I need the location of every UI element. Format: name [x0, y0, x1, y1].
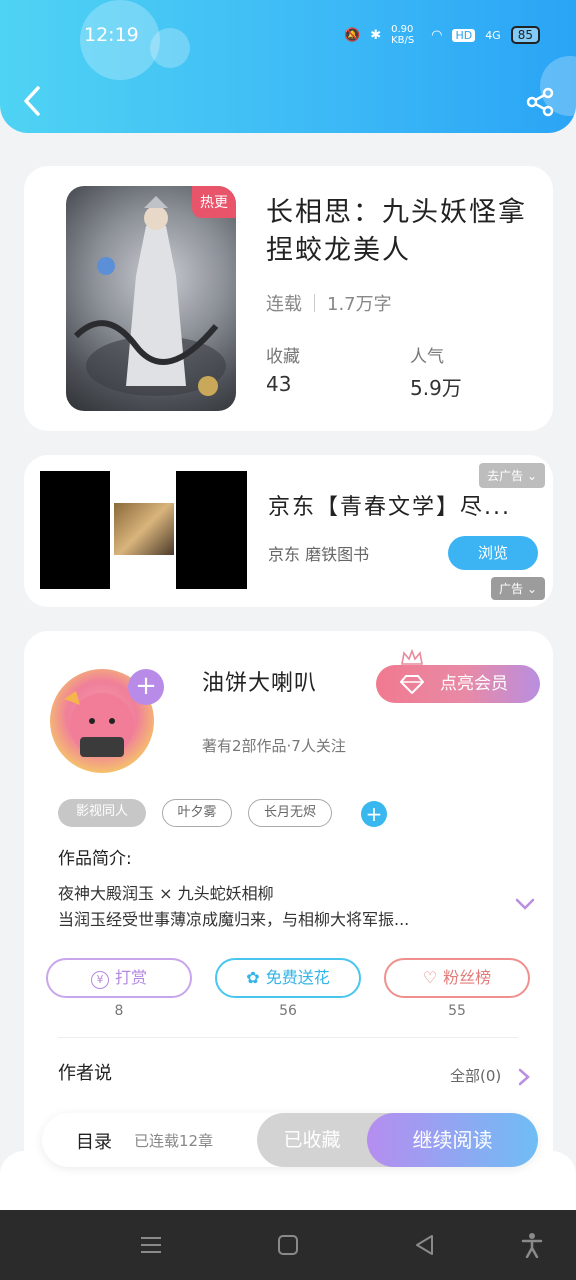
book-status: 连载	[266, 294, 302, 315]
flower-count: 56	[279, 1003, 297, 1019]
battery-indicator: 85	[510, 26, 540, 44]
book-info-card: 热更 长相思：九头妖怪拿捏蛟龙美人 连载 1.7万字 收藏 43 人气 5.9万	[24, 166, 553, 431]
tip-button[interactable]: ¥ 打赏	[46, 958, 192, 998]
ad-browse-button[interactable]: 浏览	[448, 536, 538, 570]
status-time: 12:19	[84, 24, 139, 46]
cover-illustration	[73, 196, 226, 396]
intro-line: 当润玉经受世事薄凉成魔归来，与相柳大将军振...	[58, 910, 410, 929]
tag-item[interactable]: 影视同人	[58, 799, 146, 827]
status-icons: 🔕 ✱ 0.90 KB/S ◠ HD 4G 85	[344, 24, 540, 46]
favorites-label: 收藏	[266, 347, 300, 367]
tag-item[interactable]: 叶夕雾	[162, 799, 232, 827]
favorites-value: 43	[266, 372, 292, 396]
share-icon[interactable]	[524, 86, 556, 118]
hot-badge: 热更	[192, 186, 236, 218]
back-triangle-icon[interactable]	[412, 1232, 438, 1258]
intro-label: 作品简介:	[58, 849, 132, 869]
author-says-heading: 作者说	[58, 1063, 112, 1084]
toc-status: 已连载12章	[134, 1132, 214, 1150]
send-flower-button[interactable]: ✿ 免费送花	[215, 958, 361, 998]
book-meta: 连载 1.7万字	[266, 290, 392, 316]
ad-image[interactable]	[40, 471, 247, 589]
user-heart-icon: ♡	[422, 968, 438, 987]
ad-poster	[114, 503, 174, 555]
bluetooth-icon: ✱	[370, 27, 382, 43]
tip-count: 8	[114, 1003, 124, 1019]
mute-bell-icon: 🔕	[344, 27, 361, 43]
back-icon[interactable]	[18, 84, 46, 118]
cell-signal: 4G	[485, 28, 501, 42]
expand-chevron-icon[interactable]	[514, 897, 536, 911]
fan-rank-label: 粉丝榜	[443, 968, 492, 987]
intro-text[interactable]: 夜神大殿润玉 × 九头蛇妖相柳 当润玉经受世事薄凉成魔归来，与相柳大将军振...	[58, 881, 498, 933]
ad-label: 广告	[499, 582, 524, 596]
remove-ad-button[interactable]: 去广告 ⌄	[479, 463, 545, 488]
book-cover[interactable]: 热更	[66, 186, 236, 411]
popularity-label: 人气	[410, 347, 444, 367]
author-info: 著有2部作品·7人关注	[202, 737, 346, 755]
accessibility-icon[interactable]	[519, 1232, 545, 1258]
flower-icon: ✿	[246, 968, 260, 987]
book-title: 长相思：九头妖怪拿捏蛟龙美人	[266, 197, 527, 266]
vip-button[interactable]: 点亮会员	[376, 665, 540, 703]
wifi-icon: ◠	[431, 27, 443, 43]
bottom-action-bar: 目录 已连载12章 已收藏 继续阅读	[42, 1113, 538, 1167]
menu-icon[interactable]	[138, 1232, 164, 1258]
word-count: 1.7万字	[327, 294, 392, 315]
toc-button[interactable]: 目录	[76, 1128, 112, 1154]
chevron-right-icon[interactable]	[518, 1068, 530, 1086]
meta-divider	[314, 294, 315, 312]
system-nav-bar	[0, 1210, 576, 1280]
ad-title: 京东【青春文学】尽...	[268, 495, 511, 520]
continue-reading-button[interactable]: 继续阅读	[367, 1113, 538, 1167]
ad-source: 京东 磨铁图书	[268, 545, 370, 564]
fan-rank-button[interactable]: ♡ 粉丝榜	[384, 958, 530, 998]
tag-item[interactable]: 长月无烬	[248, 799, 332, 827]
home-icon[interactable]	[275, 1232, 301, 1258]
view-all-link[interactable]: 全部(0)	[450, 1065, 501, 1086]
intro-line: 夜神大殿润玉 × 九头蛇妖相柳	[58, 884, 274, 903]
add-tag-button[interactable]: +	[361, 801, 387, 827]
remove-ad-label: 去广告	[487, 469, 524, 483]
diamond-icon	[400, 675, 424, 694]
decor-bubble	[150, 28, 190, 68]
author-card: + 油饼大喇叭 著有2部作品·7人关注 点亮会员 影视同人 叶夕雾 长月无烬 +…	[24, 631, 553, 1171]
hd-badge: HD	[452, 28, 476, 42]
coin-icon: ¥	[90, 971, 109, 989]
ad-card[interactable]: 去广告 ⌄ 京东【青春文学】尽... 京东 磨铁图书 浏览 广告 ⌄	[24, 455, 553, 607]
fan-rank-count: 55	[448, 1003, 466, 1019]
send-flower-label: 免费送花	[265, 968, 330, 987]
section-divider	[58, 1037, 518, 1038]
author-name[interactable]: 油饼大喇叭	[202, 665, 317, 697]
ad-label-tag[interactable]: 广告 ⌄	[491, 577, 545, 600]
tip-label: 打赏	[114, 968, 147, 987]
vip-label: 点亮会员	[440, 674, 508, 694]
network-speed: 0.90 KB/S	[391, 24, 415, 46]
popularity-value: 5.9万	[410, 376, 462, 400]
header: 12:19 🔕 ✱ 0.90 KB/S ◠ HD 4G 85	[0, 0, 576, 133]
follow-plus-button[interactable]: +	[128, 669, 164, 705]
